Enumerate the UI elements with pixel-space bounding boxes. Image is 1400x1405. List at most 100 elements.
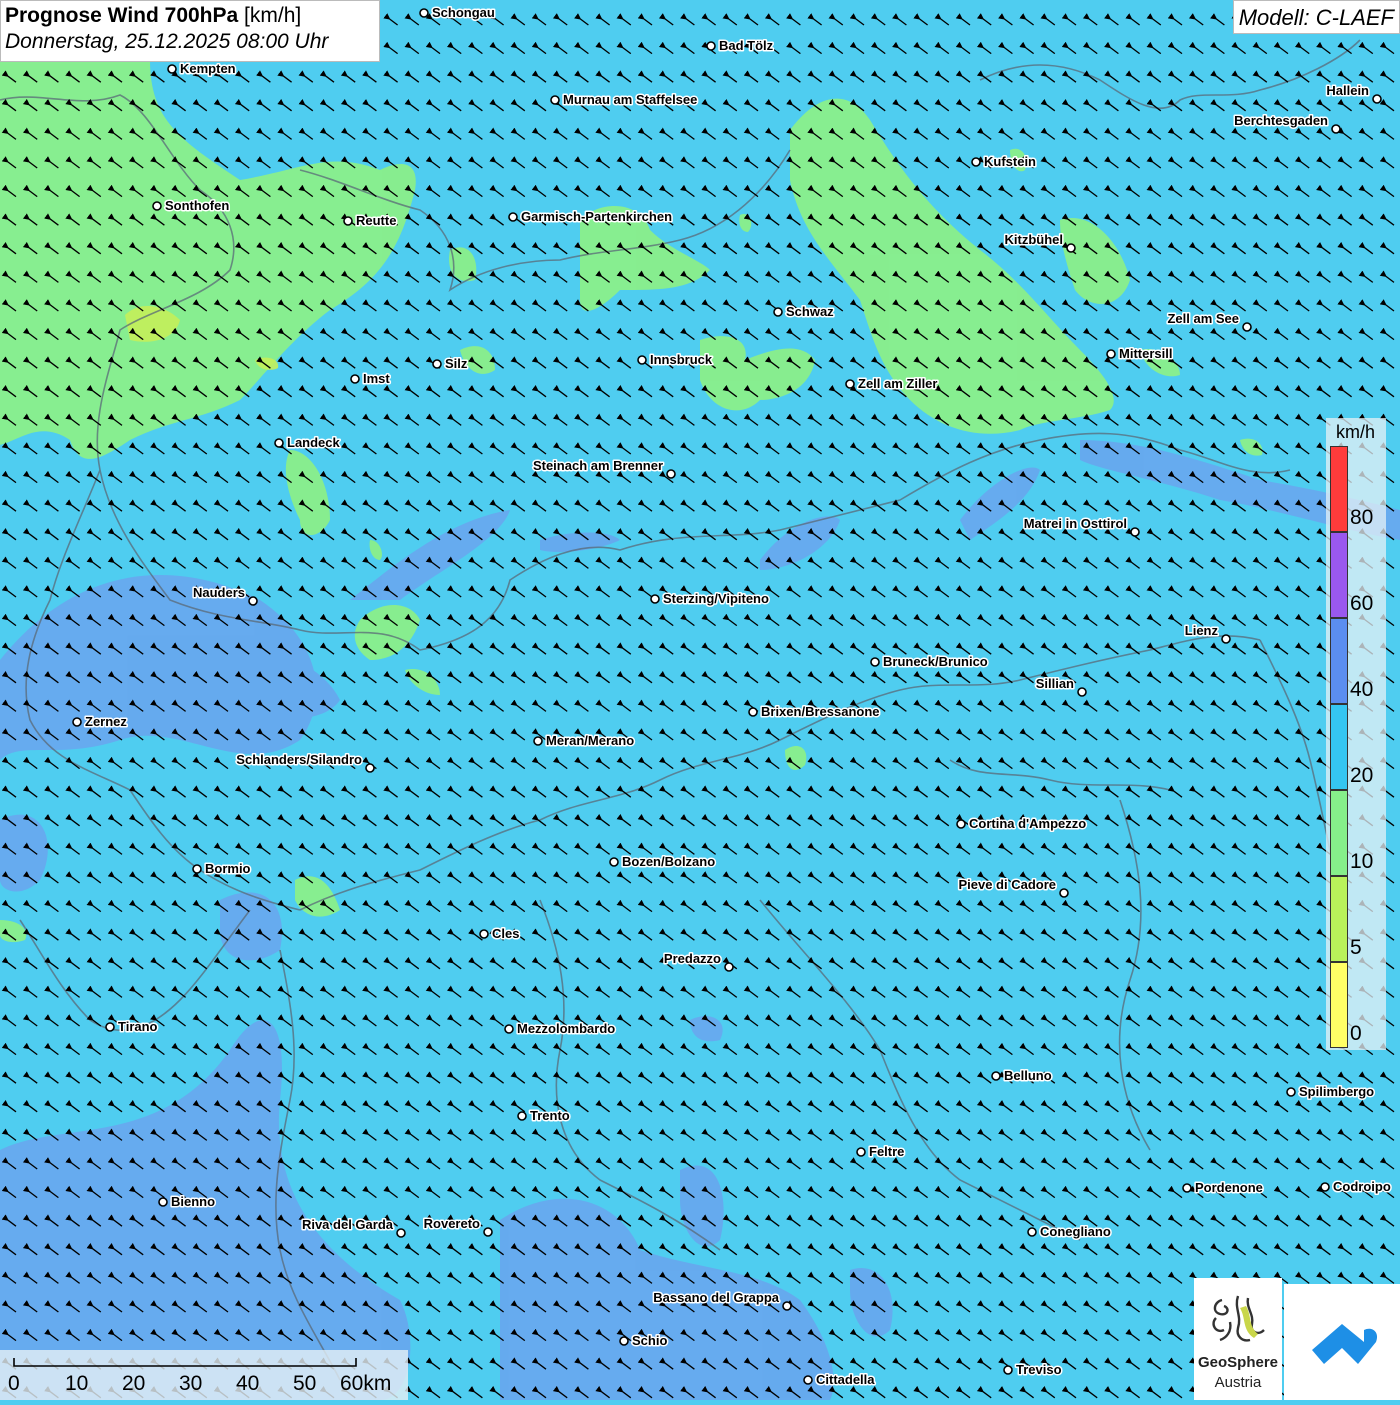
city-marker: Innsbruck	[637, 351, 714, 369]
city-dot	[479, 929, 489, 939]
scale-bar: 0 10 20 30 40 50 60km	[0, 1350, 408, 1400]
city-marker: Bozen/Bolzano	[609, 853, 717, 871]
city-label: Bruneck/Brunico	[883, 654, 988, 669]
city-dot	[1372, 94, 1382, 104]
legend-unit: km/h	[1336, 422, 1376, 442]
city-dot	[1242, 322, 1252, 332]
city-dot	[167, 64, 177, 74]
city-label: Spilimbergo	[1299, 1084, 1374, 1099]
city-label: Garmisch-Partenkirchen	[521, 209, 672, 224]
city-dot	[748, 707, 758, 717]
city-label: Lienz	[1185, 623, 1219, 638]
city-marker: Sonthofen	[152, 197, 231, 215]
legend-swatch	[1330, 876, 1348, 962]
city-marker: Brixen/Bressanone	[748, 703, 881, 721]
city-dot	[152, 201, 162, 211]
city-dot	[971, 157, 981, 167]
city-dot	[845, 379, 855, 389]
city-dot	[158, 1197, 168, 1207]
city-marker: Cortina d'Ampezzo	[956, 815, 1088, 833]
legend-swatch	[1330, 446, 1348, 532]
wind-map[interactable]: Schongau Bad Tölz Kempten Murnau am Staffel…	[0, 0, 1400, 1400]
legend-swatch	[1330, 618, 1348, 704]
city-dot	[504, 1024, 514, 1034]
city-dot	[419, 8, 429, 18]
city-dot	[1286, 1087, 1296, 1097]
city-marker: Sterzing/Vipiteno	[650, 590, 770, 608]
city-label: Mezzolombardo	[517, 1021, 615, 1036]
city-label: Sillian	[1036, 676, 1074, 691]
legend-label: 80	[1350, 506, 1374, 529]
city-label: Zell am See	[1167, 311, 1239, 326]
city-label: Kempten	[180, 61, 236, 76]
legend-label: 40	[1350, 678, 1374, 701]
scale-label: 50	[293, 1372, 317, 1395]
city-marker: Murnau am Staffelsee	[550, 91, 699, 109]
city-dot	[517, 1111, 527, 1121]
city-label: Codroipo	[1333, 1179, 1391, 1194]
city-dot	[1331, 124, 1341, 134]
scale-label: 0	[8, 1372, 20, 1395]
city-dot	[508, 212, 518, 222]
city-dot	[550, 95, 560, 105]
city-marker: Meran/Merano	[533, 732, 636, 750]
app-logo[interactable]	[1284, 1284, 1400, 1400]
geosphere-name: GeoSphere	[1197, 1354, 1279, 1371]
city-label: Berchtesgaden	[1234, 113, 1328, 128]
legend-label: 20	[1350, 764, 1374, 787]
city-marker: Mezzolombardo	[504, 1020, 617, 1038]
color-legend: km/h 80 60 40 20 10 5 0	[1326, 418, 1386, 1050]
city-dot	[1221, 634, 1231, 644]
city-label: Sonthofen	[165, 198, 229, 213]
map-title: Prognose Wind 700hPa [km/h]	[5, 4, 375, 28]
geosphere-logo: GeoSphere Austria	[1194, 1278, 1282, 1400]
city-dot	[956, 819, 966, 829]
city-dot	[637, 355, 647, 365]
city-label: Pordenone	[1195, 1180, 1263, 1195]
city-label: Schwaz	[786, 304, 834, 319]
city-marker: Zell am Ziller	[845, 375, 939, 393]
city-marker: Spilimbergo	[1286, 1083, 1376, 1101]
city-dot	[666, 469, 676, 479]
city-dot	[1077, 687, 1087, 697]
city-dot	[350, 374, 360, 384]
title-main: Prognose Wind 700hPa	[5, 4, 239, 27]
scale-label: 20	[122, 1372, 146, 1395]
city-label: Reutte	[356, 213, 396, 228]
city-dot	[105, 1022, 115, 1032]
model-label: Modell: C-LAEF	[1232, 0, 1400, 34]
city-dot	[724, 962, 734, 972]
city-label: Cittadella	[816, 1372, 875, 1387]
city-label: Schlanders/Silandro	[236, 752, 362, 767]
forecast-datetime: Donnerstag, 25.12.2025 08:00 Uhr	[5, 30, 329, 53]
scale-label: 30	[179, 1372, 203, 1395]
legend-label: 60	[1350, 592, 1374, 615]
legend-label: 5	[1350, 936, 1362, 959]
city-label: Schio	[632, 1333, 667, 1348]
city-label: Schongau	[432, 5, 495, 20]
city-dot	[1027, 1227, 1037, 1237]
city-marker: Pordenone	[1182, 1179, 1264, 1197]
city-dot	[706, 41, 716, 51]
city-label: Predazzo	[664, 951, 721, 966]
city-marker: Schongau	[419, 4, 496, 22]
city-label: Bormio	[205, 861, 251, 876]
city-dot	[248, 596, 258, 606]
city-dot	[1182, 1183, 1192, 1193]
geosphere-emblem-icon	[1212, 1295, 1265, 1342]
geosphere-sub: Austria	[1214, 1374, 1262, 1391]
city-dot	[1066, 243, 1076, 253]
city-dot	[365, 763, 375, 773]
city-label: Conegliano	[1040, 1224, 1111, 1239]
city-label: Kitzbühel	[1005, 232, 1064, 247]
city-dot	[396, 1228, 406, 1238]
city-marker: Garmisch-Partenkirchen	[508, 208, 674, 226]
legend-swatch	[1330, 704, 1348, 790]
city-label: Belluno	[1004, 1068, 1052, 1083]
city-label: Treviso	[1016, 1362, 1062, 1377]
app-logo-icon	[1312, 1324, 1378, 1364]
city-dot	[1003, 1365, 1013, 1375]
city-label: Innsbruck	[650, 352, 713, 367]
city-label: Zernez	[85, 714, 127, 729]
city-label: Landeck	[287, 435, 341, 450]
